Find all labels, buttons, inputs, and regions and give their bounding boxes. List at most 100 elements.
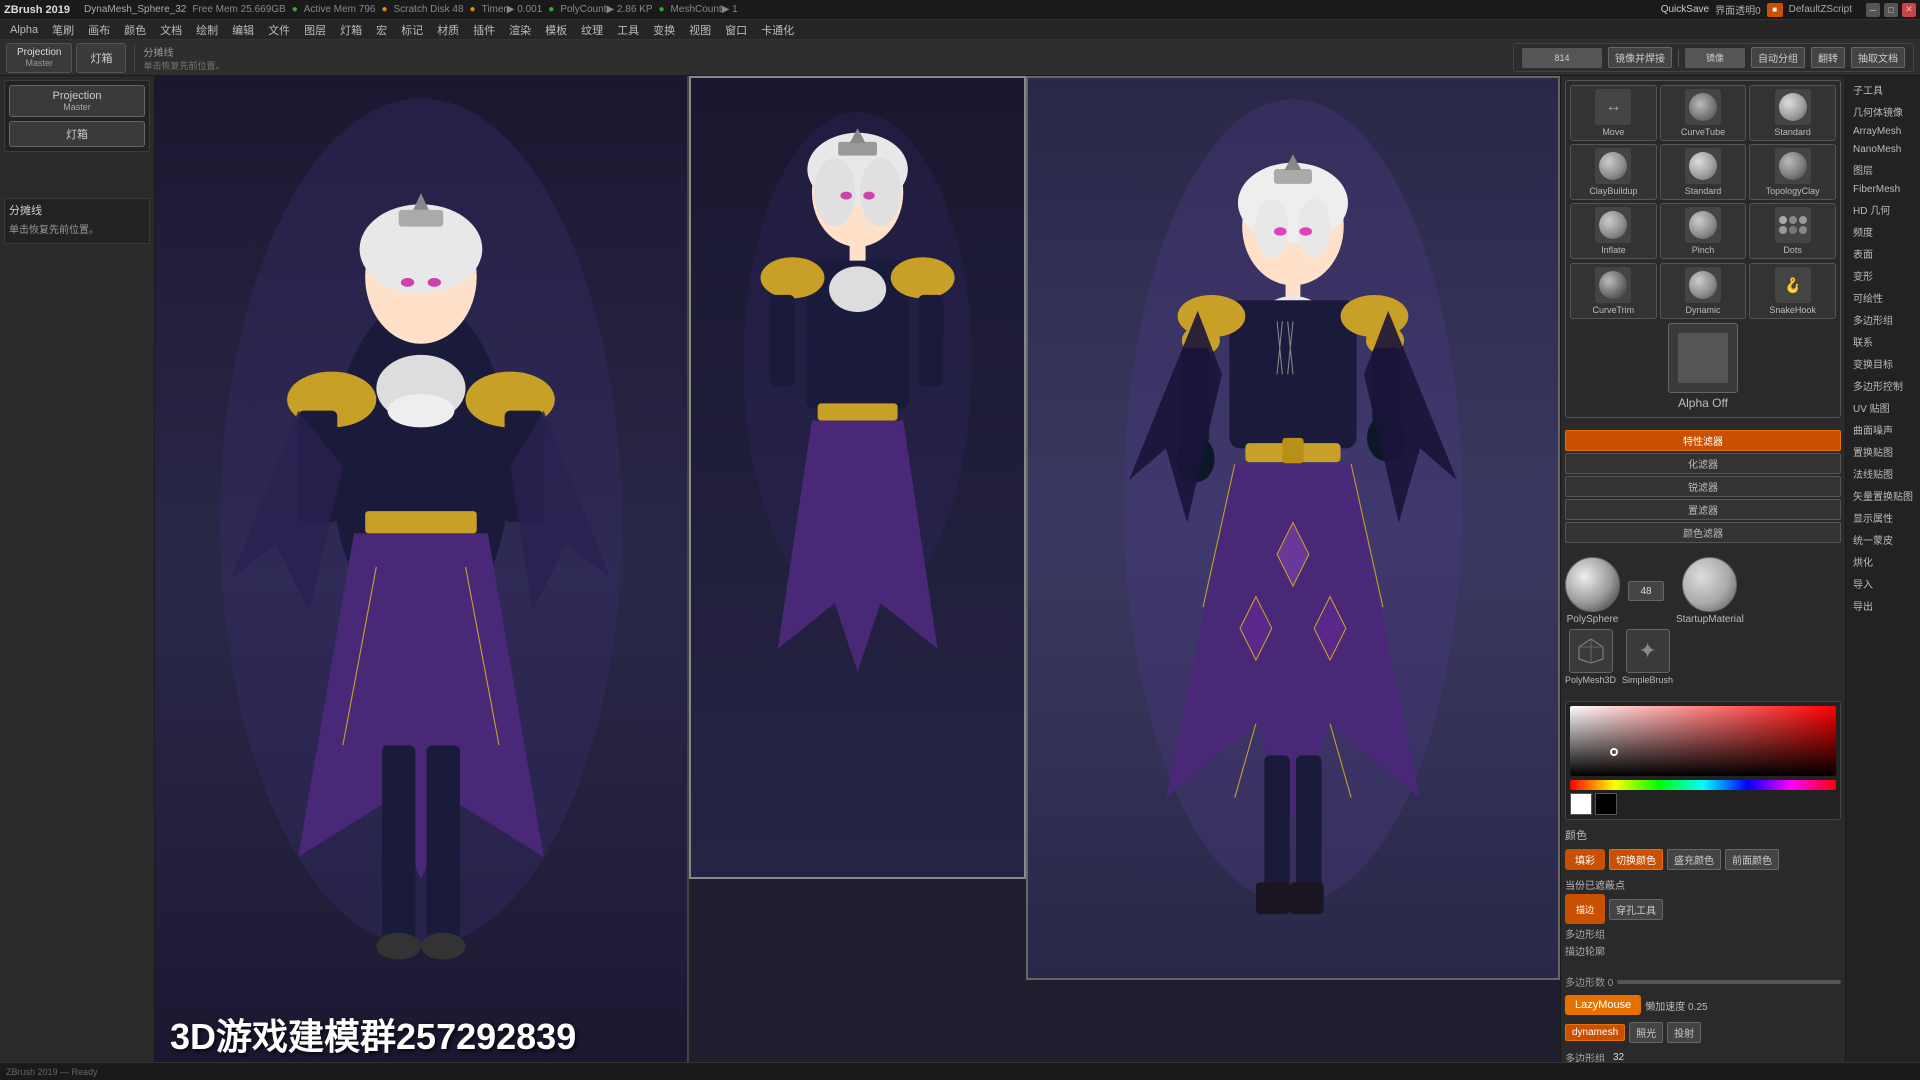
menu-macro[interactable]: 宏 <box>370 20 393 40</box>
far-right-surface-noise[interactable]: 曲面噪声 <box>1849 419 1917 440</box>
far-right-geometry-mirror[interactable]: 几何体镜像 <box>1849 101 1917 122</box>
project-btn[interactable]: 投射 <box>1667 1022 1701 1043</box>
color-filter[interactable]: 颜色滤器 <box>1565 522 1841 543</box>
far-right-connection[interactable]: 联系 <box>1849 331 1917 352</box>
menu-alpha[interactable]: Alpha <box>4 22 44 38</box>
far-right-morph[interactable]: 变形 <box>1849 265 1917 286</box>
extract-doc-button[interactable]: 抽取文档 <box>1851 47 1905 68</box>
reduction-filter[interactable]: 化滤器 <box>1565 453 1841 474</box>
maximize-button[interactable]: □ <box>1884 3 1898 17</box>
lazymouse-button[interactable]: LazyMouse <box>1565 995 1641 1015</box>
lightbox-button[interactable]: 灯箱 <box>76 43 126 73</box>
lightbox-btn[interactable]: 灯箱 <box>9 121 145 147</box>
brush-topologyclay[interactable]: TopologyClay <box>1749 144 1836 200</box>
fill-object-btn[interactable]: 填彩 <box>1565 849 1605 870</box>
simplebranch-icon[interactable]: ✦ <box>1626 629 1670 673</box>
polysphere-num-input[interactable]: 48 <box>1628 581 1664 601</box>
switch-color-btn[interactable]: 切换颜色 <box>1609 849 1663 870</box>
far-right-vector-disp[interactable]: 矢量置换贴图 <box>1849 485 1917 506</box>
brush-curvetrim[interactable]: CurveTrim <box>1570 263 1657 319</box>
menu-toon[interactable]: 卡通化 <box>755 20 800 40</box>
characteristic-filter[interactable]: 特性滤器 <box>1565 430 1841 451</box>
merge-weld-button[interactable]: 镜像并焊接 <box>1608 47 1672 68</box>
far-right-fiber-mesh[interactable]: FiberMesh <box>1849 181 1917 198</box>
far-right-baking[interactable]: 烘化 <box>1849 551 1917 572</box>
brush-snakehook[interactable]: 🪝 SnakeHook <box>1749 263 1836 319</box>
viewport-right[interactable] <box>1026 76 1560 980</box>
far-right-nano-mesh[interactable]: NanoMesh <box>1849 141 1917 158</box>
swatch-white[interactable] <box>1570 793 1592 815</box>
far-right-hd-geo[interactable]: HD 几何 <box>1849 199 1917 220</box>
menu-file[interactable]: 文件 <box>262 20 296 40</box>
polymesh3d-icon[interactable] <box>1569 629 1613 673</box>
menu-tool[interactable]: 工具 <box>611 20 645 40</box>
far-right-multi-map[interactable]: 多边形组 <box>1849 309 1917 330</box>
far-right-uv-map[interactable]: UV 贴图 <box>1849 397 1917 418</box>
menu-transform[interactable]: 变换 <box>647 20 681 40</box>
hue-bar[interactable] <box>1570 780 1836 790</box>
menu-brush[interactable]: 笔刷 <box>46 20 80 40</box>
fill-color-btn[interactable]: 盛充颜色 <box>1667 849 1721 870</box>
brush-standard-1[interactable]: Standard <box>1749 85 1836 141</box>
viewport-center[interactable] <box>689 76 1026 879</box>
brush-claybuildup[interactable]: ClayBuildup <box>1570 144 1657 200</box>
minimize-button[interactable]: ─ <box>1866 3 1880 17</box>
menu-window[interactable]: 窗口 <box>719 20 753 40</box>
alpha-off-preview[interactable] <box>1668 323 1738 393</box>
auto-group-button[interactable]: 自动分组 <box>1751 47 1805 68</box>
menu-plugin[interactable]: 插件 <box>467 20 501 40</box>
projection-btn[interactable]: Projection Master <box>9 85 145 117</box>
projection-master-button[interactable]: Projection Master <box>6 43 72 73</box>
far-right-show-prop[interactable]: 显示属性 <box>1849 507 1917 528</box>
far-right-sub-tools[interactable]: 子工具 <box>1849 79 1917 100</box>
poly-count-slider[interactable] <box>1617 980 1841 984</box>
flip-button[interactable]: 翻转 <box>1811 47 1845 68</box>
menu-view[interactable]: 视图 <box>683 20 717 40</box>
menu-material[interactable]: 材质 <box>431 20 465 40</box>
menu-render[interactable]: 渲染 <box>503 20 537 40</box>
menu-layer[interactable]: 图层 <box>298 20 332 40</box>
drill-tool-btn[interactable]: 穿孔工具 <box>1609 899 1663 920</box>
startup-material-preview[interactable] <box>1682 557 1737 612</box>
brush-dots[interactable]: Dots <box>1749 203 1836 259</box>
brush-pinch[interactable]: Pinch <box>1660 203 1747 259</box>
menu-color[interactable]: 颜色 <box>118 20 152 40</box>
far-right-map-replace[interactable]: 置换贴图 <box>1849 441 1917 462</box>
far-right-import[interactable]: 导入 <box>1849 573 1917 594</box>
menu-canvas[interactable]: 画布 <box>82 20 116 40</box>
far-right-morph-target[interactable]: 变换目标 <box>1849 353 1917 374</box>
far-right-multi-deformer[interactable]: 多边形控制 <box>1849 375 1917 396</box>
far-right-normal-map[interactable]: 法线贴图 <box>1849 463 1917 484</box>
close-button[interactable]: ✕ <box>1902 3 1916 17</box>
menu-edit[interactable]: 编辑 <box>226 20 260 40</box>
smooth-filter[interactable]: 置滤器 <box>1565 499 1841 520</box>
swatch-black[interactable] <box>1595 793 1617 815</box>
brush-curvetube[interactable]: CurveTube <box>1660 85 1747 141</box>
stroke-btn-orange[interactable]: 描边 <box>1565 894 1605 924</box>
dynamesh-small-btn[interactable]: dynamesh <box>1565 1024 1625 1041</box>
front-back-btn[interactable]: 前面颜色 <box>1725 849 1779 870</box>
far-right-surface[interactable]: 表面 <box>1849 243 1917 264</box>
orange-icon[interactable]: ■ <box>1767 3 1783 17</box>
menu-draw[interactable]: 绘制 <box>190 20 224 40</box>
brush-standard-2[interactable]: Standard <box>1660 144 1747 200</box>
far-right-array-mesh[interactable]: ArrayMesh <box>1849 123 1917 140</box>
viewport-left[interactable] <box>155 76 689 1080</box>
sharpen-filter[interactable]: 锐滤器 <box>1565 476 1841 497</box>
brush-move[interactable]: ↔ Move <box>1570 85 1657 141</box>
color-gradient-box[interactable] <box>1570 706 1836 776</box>
polysphere-item[interactable]: PolySphere <box>1565 557 1620 625</box>
far-right-polypaint[interactable]: 可绘性 <box>1849 287 1917 308</box>
quicksave-label[interactable]: QuickSave <box>1661 4 1709 15</box>
menu-lightbox[interactable]: 灯箱 <box>334 20 368 40</box>
simplebranch-item[interactable]: ✦ SimpleBrush <box>1622 629 1673 685</box>
far-right-image[interactable]: 图层 <box>1849 159 1917 180</box>
menu-document[interactable]: 文档 <box>154 20 188 40</box>
brush-inflate[interactable]: Inflate <box>1570 203 1657 259</box>
menu-marker[interactable]: 标记 <box>395 20 429 40</box>
startup-material-item[interactable]: StartupMaterial <box>1676 557 1744 625</box>
polymesh3d-item[interactable]: PolyMesh3D <box>1565 629 1616 685</box>
brush-dynamic[interactable]: Dynamic <box>1660 263 1747 319</box>
far-right-speed[interactable]: 频度 <box>1849 221 1917 242</box>
lighting-btn[interactable]: 照光 <box>1629 1022 1663 1043</box>
